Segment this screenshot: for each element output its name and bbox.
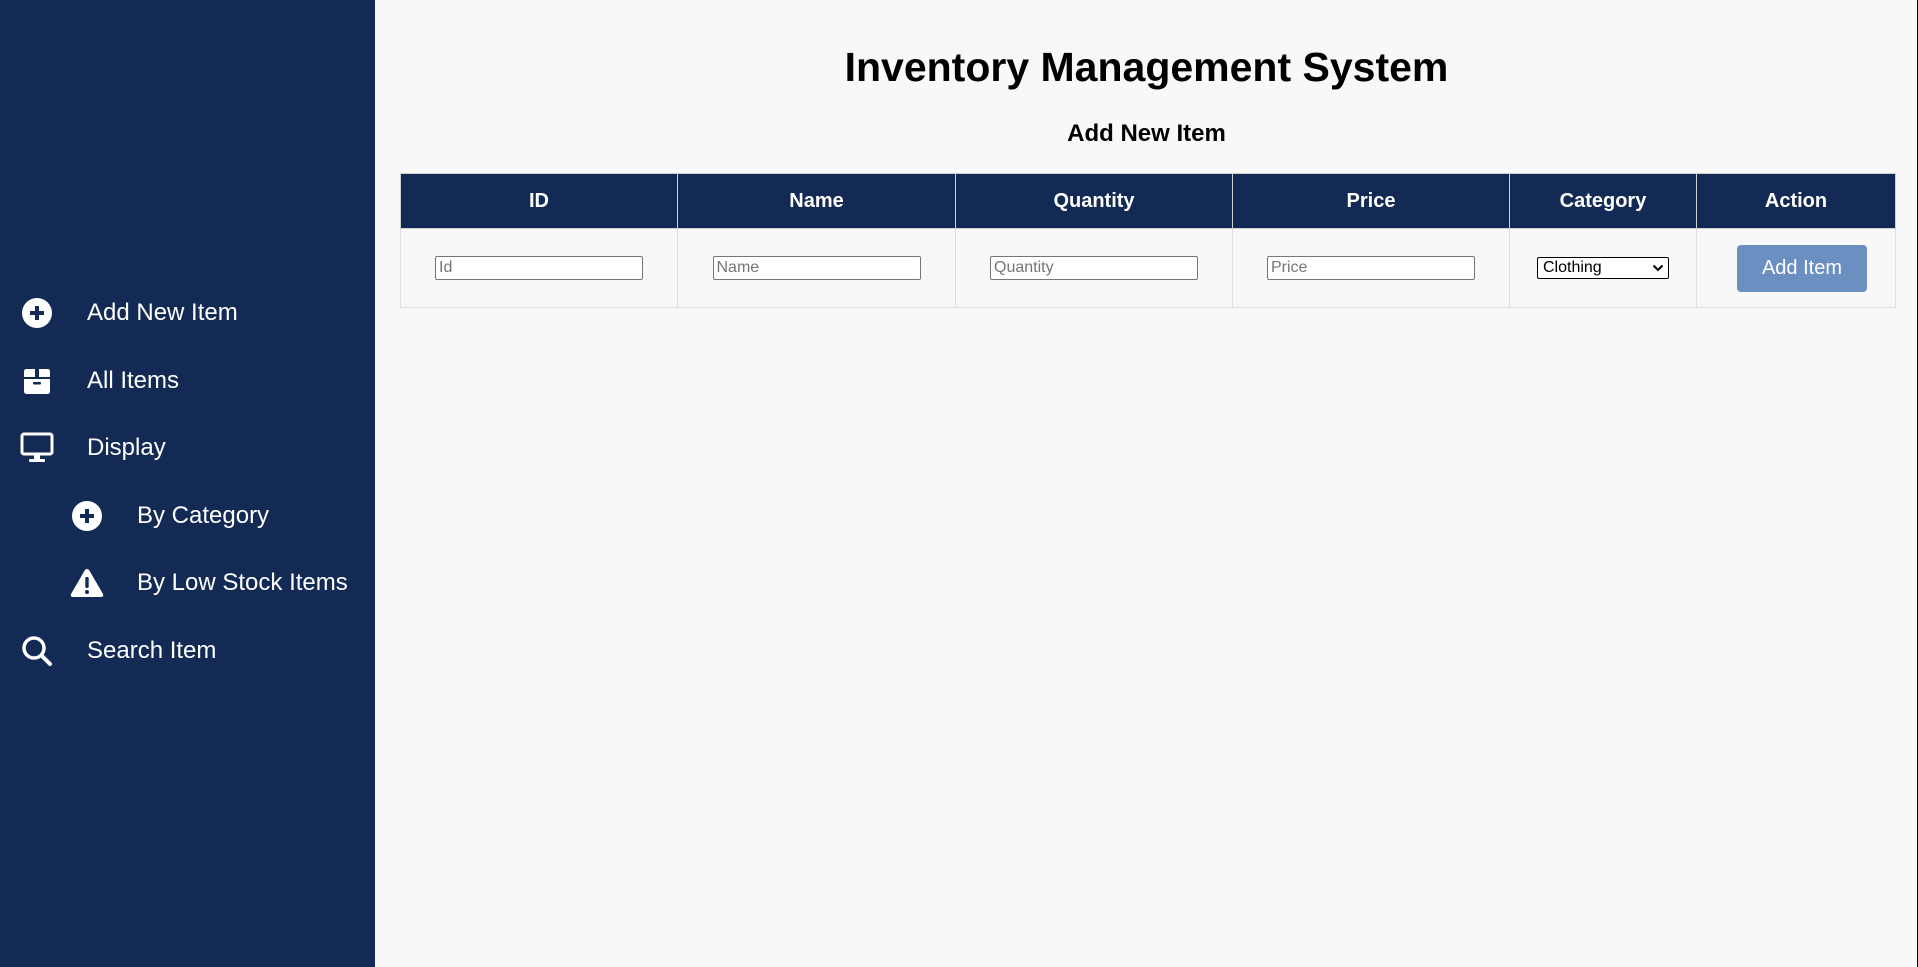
add-item-button[interactable]: Add Item bbox=[1737, 244, 1867, 292]
table-header-row: ID Name Quantity Price Category Action bbox=[400, 173, 1896, 229]
sidebar-item-label: All Items bbox=[87, 367, 180, 394]
add-item-table: ID Name Quantity Price Category Action I… bbox=[400, 173, 1896, 308]
sidebar-item-by-category[interactable]: By Category bbox=[0, 490, 375, 542]
main-content: Inventory Management System Add New Item… bbox=[375, 0, 1918, 967]
name-cell bbox=[677, 228, 956, 308]
column-header-name: Name bbox=[677, 173, 956, 229]
plus-circle-icon bbox=[70, 499, 104, 533]
monitor-icon bbox=[20, 431, 54, 465]
quantity-cell bbox=[955, 228, 1233, 308]
price-cell bbox=[1232, 228, 1510, 308]
sidebar-item-by-low-stock-items[interactable]: By Low Stock Items bbox=[0, 557, 375, 609]
sidebar: Add New Item All Items Display By Catego… bbox=[0, 0, 375, 967]
sidebar-item-search-item[interactable]: Search Item bbox=[0, 625, 375, 677]
sidebar-item-label: Add New Item bbox=[87, 299, 238, 326]
page-title: Inventory Management System bbox=[844, 44, 1449, 90]
sidebar-item-label: By Category bbox=[137, 502, 270, 529]
price-input[interactable] bbox=[1267, 256, 1475, 280]
column-header-id: ID bbox=[400, 173, 678, 229]
warning-icon bbox=[70, 566, 104, 600]
sidebar-item-label: Search Item bbox=[87, 637, 217, 664]
action-cell: Add Item bbox=[1696, 228, 1896, 308]
table-row: Clothing Add Item bbox=[400, 228, 1896, 308]
plus-circle-icon bbox=[20, 296, 54, 330]
category-selected-value: Clothing bbox=[1543, 259, 1602, 276]
sidebar-item-all-items[interactable]: All Items bbox=[0, 355, 375, 407]
box-icon bbox=[20, 364, 54, 398]
column-header-quantity: Quantity bbox=[955, 173, 1233, 229]
sidebar-item-label: By Low Stock Items bbox=[137, 569, 348, 596]
sidebar-item-add-new-item[interactable]: Add New Item bbox=[0, 287, 375, 339]
chevron-down-icon bbox=[1652, 259, 1664, 277]
column-header-price: Price bbox=[1232, 173, 1510, 229]
column-header-action: Action bbox=[1696, 173, 1896, 229]
category-select[interactable]: Clothing bbox=[1537, 257, 1669, 279]
app-root: Add New Item All Items Display By Catego… bbox=[0, 0, 1918, 967]
quantity-input[interactable] bbox=[990, 256, 1198, 280]
sidebar-item-display[interactable]: Display bbox=[0, 422, 375, 474]
section-title: Add New Item bbox=[1067, 120, 1226, 147]
id-input[interactable] bbox=[435, 256, 643, 280]
id-cell bbox=[400, 228, 678, 308]
column-header-category: Category bbox=[1509, 173, 1697, 229]
sidebar-item-label: Display bbox=[87, 434, 166, 461]
name-input[interactable] bbox=[712, 256, 921, 280]
search-icon bbox=[20, 634, 54, 668]
category-cell: Clothing bbox=[1509, 228, 1697, 308]
